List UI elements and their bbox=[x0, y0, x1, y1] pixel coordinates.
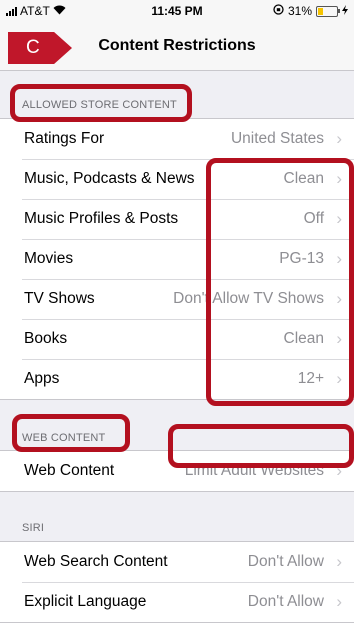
row-value: Clean bbox=[283, 170, 325, 187]
chevron-right-icon: › bbox=[336, 129, 342, 148]
row-ratings-for[interactable]: Ratings For United States › bbox=[0, 119, 354, 159]
section-header-allowed-store-content: ALLOWED STORE CONTENT bbox=[22, 99, 177, 111]
row-label: Apps bbox=[24, 370, 60, 387]
row-label: Books bbox=[24, 330, 68, 347]
allowed-store-content-group: Ratings For United States › Music, Podca… bbox=[0, 118, 354, 400]
section-header-web-content: WEB CONTENT bbox=[22, 432, 106, 444]
row-value: Don't Allow bbox=[247, 553, 324, 570]
row-books[interactable]: Books Clean › bbox=[0, 319, 354, 359]
row-label: Ratings For bbox=[24, 130, 105, 147]
row-movies[interactable]: Movies PG-13 › bbox=[0, 239, 354, 279]
row-label: TV Shows bbox=[24, 290, 95, 307]
row-value: Limit Adult Websites bbox=[184, 462, 324, 479]
chevron-right-icon: › bbox=[336, 461, 342, 480]
battery-percent: 31% bbox=[287, 4, 312, 18]
row-music-profiles-posts[interactable]: Music Profiles & Posts Off › bbox=[0, 199, 354, 239]
chevron-right-icon: › bbox=[336, 329, 342, 348]
row-value: Don't Allow TV Shows bbox=[173, 290, 324, 307]
status-right: 31% bbox=[273, 4, 348, 18]
row-value: PG-13 bbox=[279, 250, 324, 267]
charging-icon bbox=[342, 4, 348, 18]
row-value: 12+ bbox=[297, 370, 324, 387]
chevron-right-icon: › bbox=[336, 592, 342, 611]
chevron-right-icon: › bbox=[336, 289, 342, 308]
row-music-podcasts-news[interactable]: Music, Podcasts & News Clean › bbox=[0, 159, 354, 199]
row-web-content[interactable]: Web Content Limit Adult Websites › bbox=[0, 451, 354, 491]
row-label: Web Content bbox=[24, 462, 115, 479]
row-apps[interactable]: Apps 12+ › bbox=[0, 359, 354, 399]
row-value: Don't Allow bbox=[247, 593, 324, 610]
row-label: Web Search Content bbox=[24, 553, 168, 570]
nav-bar: C Content Restrictions bbox=[0, 22, 354, 71]
web-content-group: Web Content Limit Adult Websites › bbox=[0, 450, 354, 492]
row-web-search-content[interactable]: Web Search Content Don't Allow › bbox=[0, 542, 354, 582]
battery-icon bbox=[316, 5, 340, 17]
chevron-right-icon: › bbox=[336, 169, 342, 188]
row-value: Clean bbox=[283, 330, 325, 347]
row-label: Explicit Language bbox=[24, 593, 147, 610]
status-bar: AT&T 11:45 PM 31% bbox=[0, 0, 354, 22]
section-header-siri: SIRI bbox=[22, 522, 45, 534]
row-label: Music Profiles & Posts bbox=[24, 210, 179, 227]
siri-group: Web Search Content Don't Allow › Explici… bbox=[0, 541, 354, 623]
chevron-right-icon: › bbox=[336, 209, 342, 228]
row-value: Off bbox=[303, 210, 324, 227]
chevron-right-icon: › bbox=[336, 249, 342, 268]
row-explicit-language[interactable]: Explicit Language Don't Allow › bbox=[0, 582, 354, 622]
chevron-right-icon: › bbox=[336, 369, 342, 388]
row-label: Music, Podcasts & News bbox=[24, 170, 195, 187]
row-tv-shows[interactable]: TV Shows Don't Allow TV Shows › bbox=[0, 279, 354, 319]
chevron-right-icon: › bbox=[336, 552, 342, 571]
row-value: United States bbox=[230, 130, 324, 147]
row-label: Movies bbox=[24, 250, 74, 267]
page-title: Content Restrictions bbox=[98, 37, 256, 54]
rotation-lock-icon bbox=[273, 4, 284, 18]
